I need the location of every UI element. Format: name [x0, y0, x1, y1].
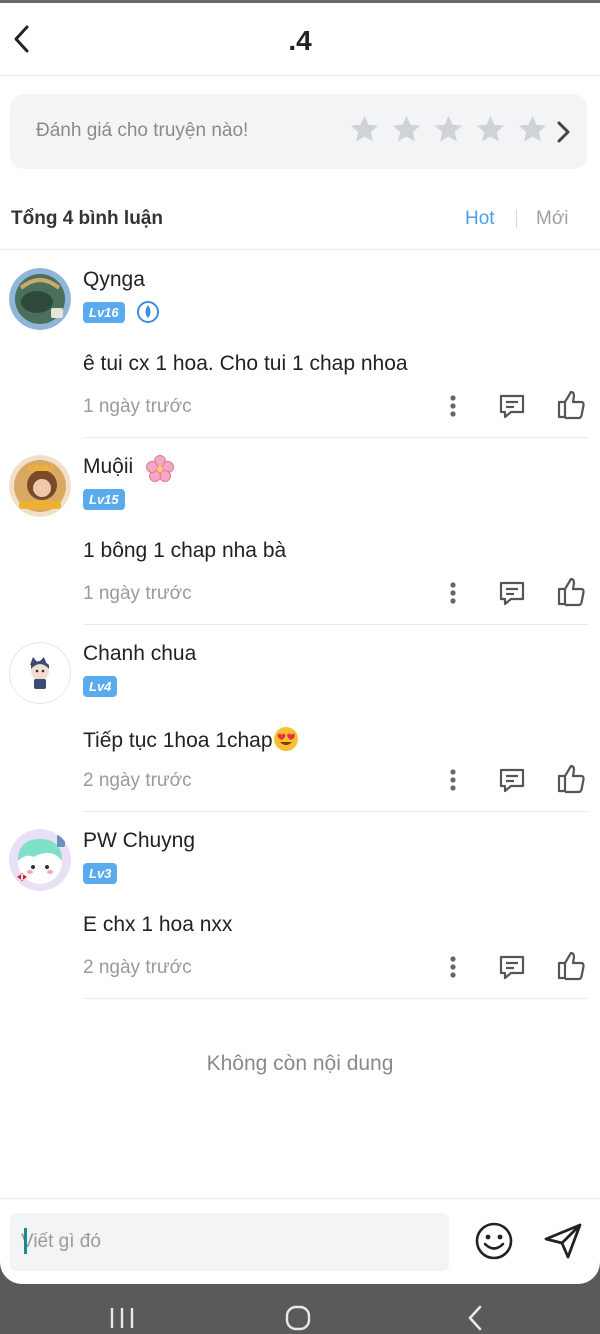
comment-text: Tiếp tục 1hoa 1chap	[83, 729, 273, 752]
sort-hot-tab[interactable]: Hot	[465, 208, 495, 230]
more-vertical-icon[interactable]	[441, 578, 465, 608]
rating-prompt-box[interactable]: Đánh giá cho truyện nào!	[10, 94, 587, 169]
avatar[interactable]	[9, 268, 71, 330]
star-rating[interactable]	[348, 113, 549, 146]
comment-item: PW Chuyng Lv3 E chx 1 hoa nxx 2 ngày trư…	[0, 812, 600, 999]
cherry-blossom-icon	[146, 455, 174, 482]
thumbs-up-icon[interactable]	[556, 762, 586, 794]
more-vertical-icon[interactable]	[441, 765, 465, 795]
comments-header: Tổng 4 bình luận Hot Mới	[0, 188, 600, 250]
comment-divider	[83, 998, 588, 999]
avatar[interactable]	[9, 829, 71, 891]
comment-time: 2 ngày trước	[83, 770, 192, 791]
star-icon[interactable]	[516, 113, 549, 146]
comment-icon[interactable]	[497, 765, 527, 795]
comment-text-row: Tiếp tục 1hoa 1chap	[83, 726, 299, 753]
comment-count: Tổng 4 bình luận	[11, 208, 163, 229]
send-icon[interactable]	[542, 1221, 584, 1261]
thumbs-up-icon[interactable]	[556, 949, 586, 981]
comment-item: Chanh chua Lv4 Tiếp tục 1hoa 1chap 2 ngà…	[0, 625, 600, 812]
level-badge: Lv4	[83, 676, 118, 697]
comment-input-box[interactable]	[10, 1213, 449, 1271]
comment-item: Qynga Lv16 ê tui cx 1 hoa. Cho tui 1 cha…	[0, 251, 600, 438]
comment-text: 1 bông 1 chap nha bà	[83, 539, 287, 562]
rating-prompt-text: Đánh giá cho truyện nào!	[36, 120, 249, 141]
recent-apps-icon[interactable]	[108, 1306, 136, 1330]
sort-new-tab[interactable]: Mới	[536, 208, 569, 230]
thumbs-up-icon[interactable]	[556, 575, 586, 607]
comment-time: 1 ngày trước	[83, 396, 192, 417]
level-badge: Lv3	[83, 863, 118, 884]
app-screen: .4 Đánh giá cho truyện nào! Tổng 4 bình …	[0, 0, 600, 1284]
home-icon[interactable]	[284, 1304, 312, 1332]
comment-time: 1 ngày trước	[83, 583, 192, 604]
end-of-list-text: Không còn nội dung	[206, 1052, 394, 1075]
star-icon[interactable]	[474, 113, 507, 146]
comment-time: 2 ngày trước	[83, 957, 192, 978]
top-bar: .4	[0, 3, 600, 76]
avatar[interactable]	[9, 642, 71, 704]
username[interactable]: Qynga	[83, 268, 145, 292]
comment-icon[interactable]	[497, 952, 527, 982]
comment-item: Muộii Lv15 1 bông 1 chap nha bà 1 ngày t…	[0, 438, 600, 625]
comment-icon[interactable]	[497, 391, 527, 421]
avatar-image	[9, 268, 71, 330]
system-back-icon[interactable]	[464, 1304, 486, 1332]
more-vertical-icon[interactable]	[441, 952, 465, 982]
star-icon[interactable]	[390, 113, 423, 146]
username[interactable]: Muộii	[83, 455, 133, 479]
comment-text: ê tui cx 1 hoa. Cho tui 1 chap nhoa	[83, 352, 408, 375]
smiley-icon[interactable]	[474, 1221, 514, 1261]
comment-icon[interactable]	[497, 578, 527, 608]
avatar-image	[9, 455, 71, 517]
comment-input[interactable]	[10, 1213, 449, 1271]
more-vertical-icon[interactable]	[441, 391, 465, 421]
comment-text: E chx 1 hoa nxx	[83, 913, 233, 936]
avatar-image	[9, 829, 71, 891]
level-badge: Lv15	[83, 489, 125, 510]
comment-composer	[0, 1198, 600, 1284]
sort-divider	[516, 210, 517, 228]
chevron-right-icon[interactable]	[554, 118, 574, 146]
page-title: .4	[288, 25, 312, 56]
text-caret	[24, 1228, 27, 1254]
avatar[interactable]	[9, 455, 71, 517]
level-badge: Lv16	[83, 302, 125, 323]
username[interactable]: PW Chuyng	[83, 829, 195, 853]
avatar-image	[10, 643, 70, 703]
star-icon[interactable]	[432, 113, 465, 146]
system-nav-bar	[0, 1284, 600, 1334]
heart-eyes-emoji-icon	[273, 727, 298, 751]
star-icon[interactable]	[348, 113, 381, 146]
drop-badge-icon	[137, 301, 159, 323]
username[interactable]: Chanh chua	[83, 642, 196, 666]
thumbs-up-icon[interactable]	[556, 388, 586, 420]
